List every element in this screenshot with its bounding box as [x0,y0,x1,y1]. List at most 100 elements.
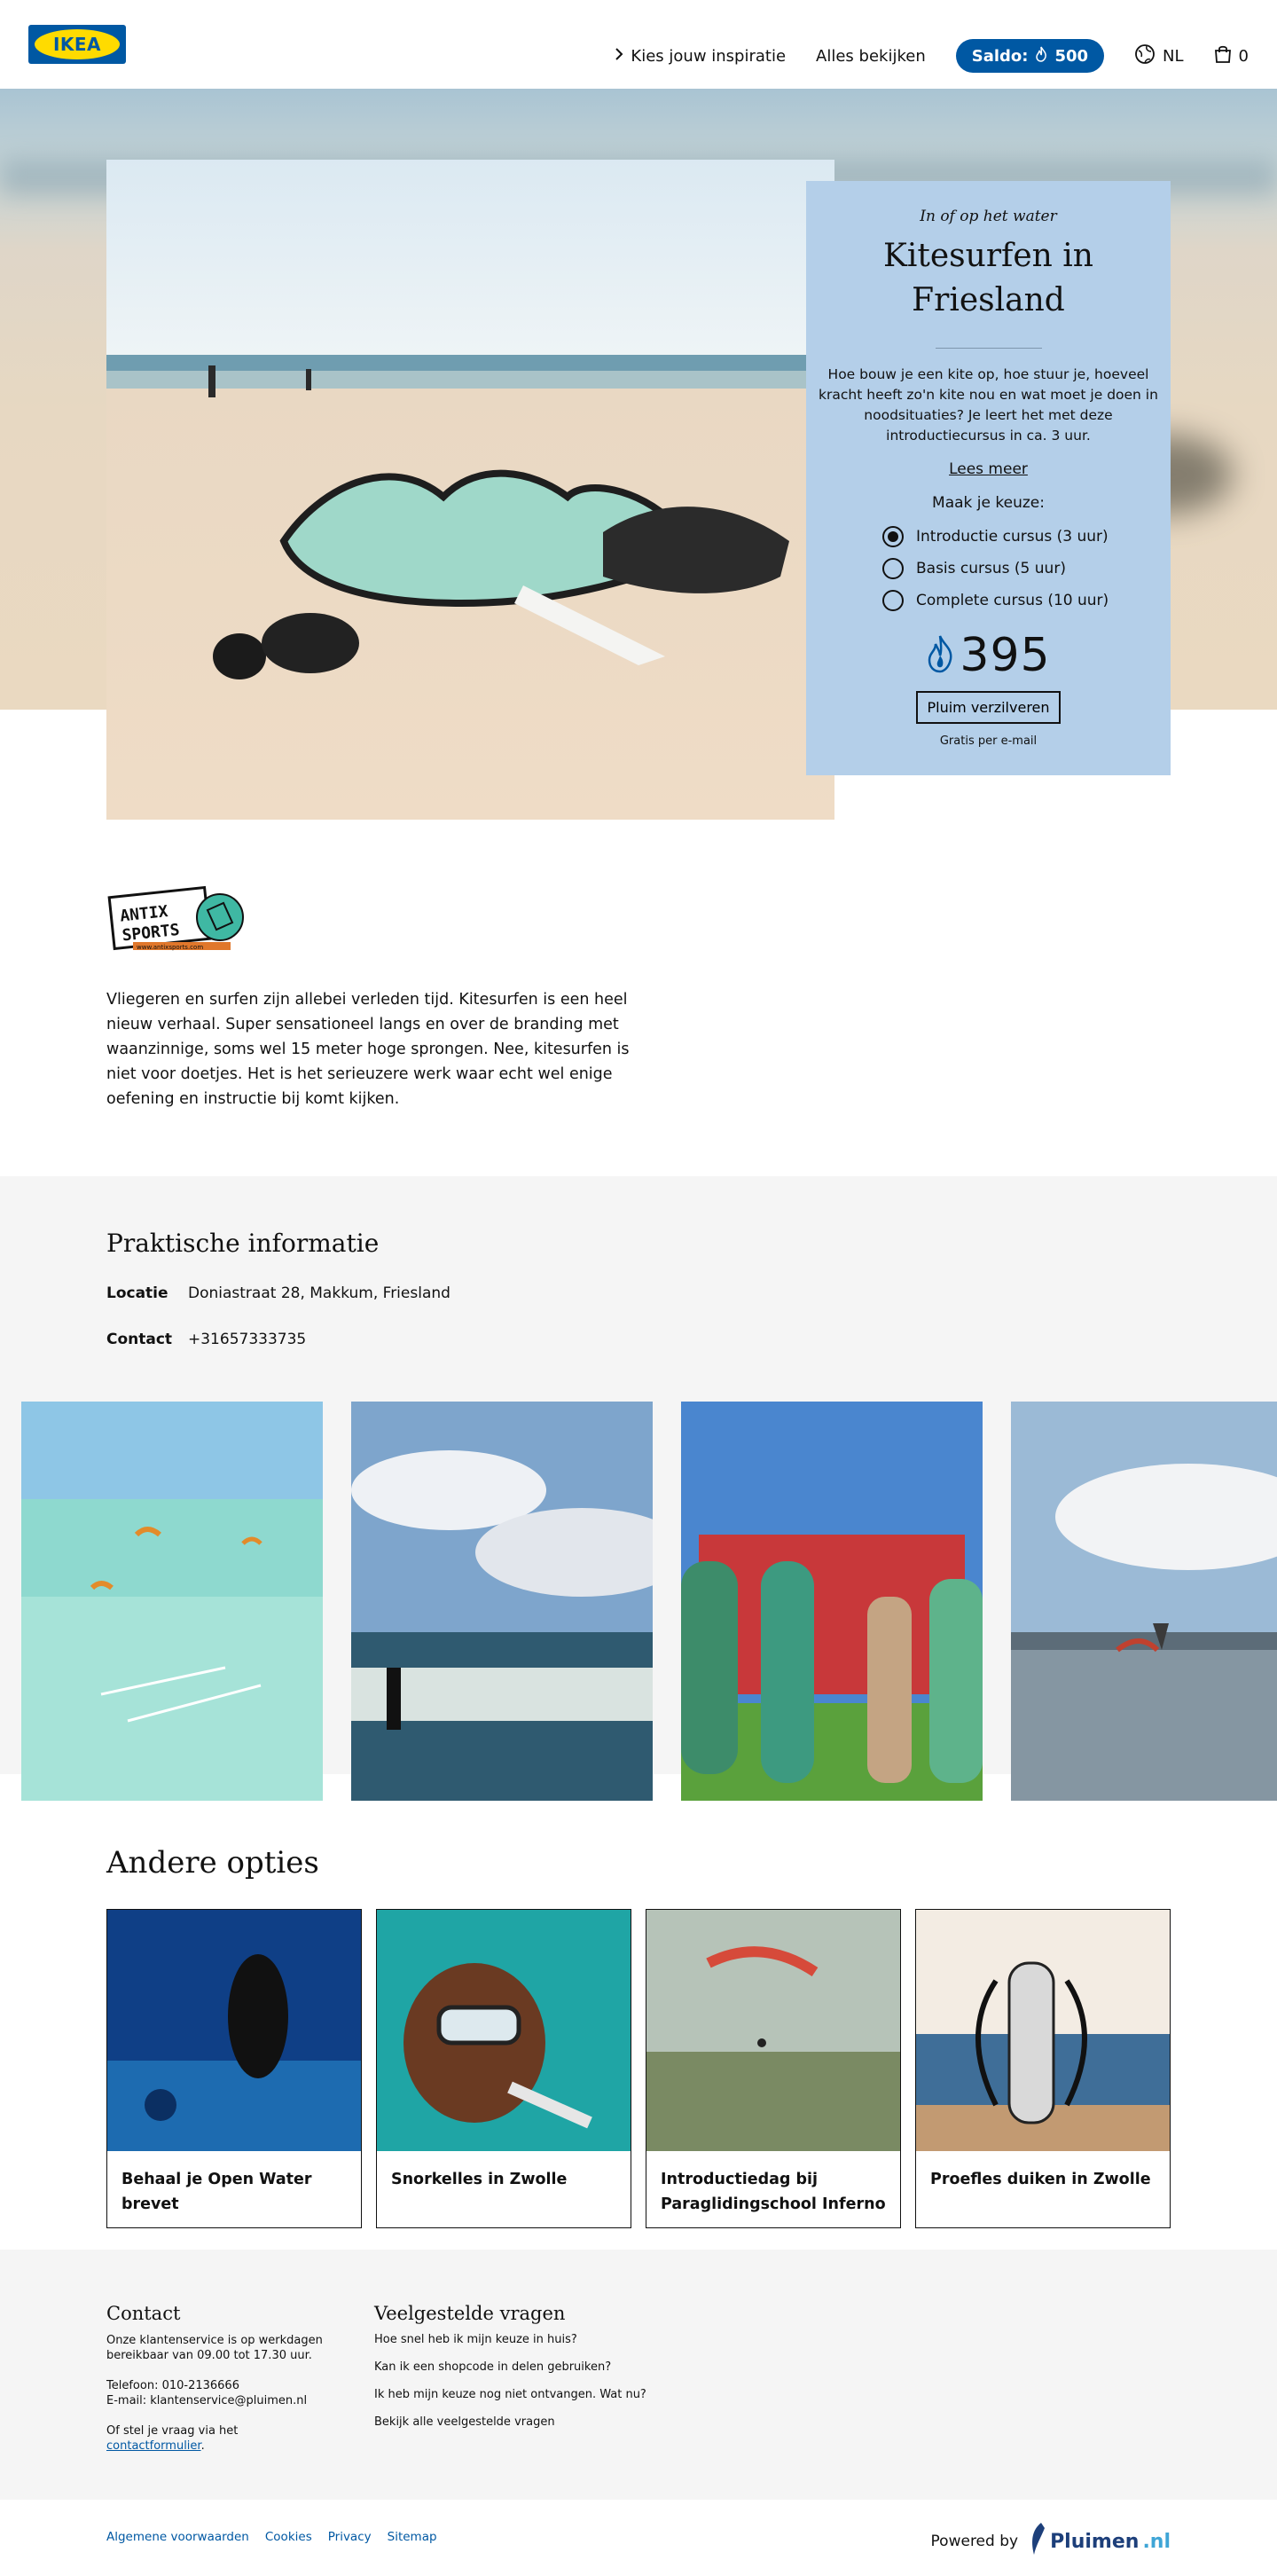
location-label: Locatie [106,1284,168,1302]
feather-icon [1029,2521,1046,2562]
site-header: IKEA Kies jouw inspiratie Alles bekijken… [0,0,1277,89]
card-title: Behaal je Open Water brevet [121,2171,312,2213]
form-prefix: Of stel je vraag via het [106,2424,239,2438]
logo-text: IKEA [52,34,102,55]
footer-faq: Veelgestelde vragen Hoe snel heb ik mijn… [374,2303,658,2443]
legal-links: Algemene voorwaarden Cookies Privacy Sit… [106,2530,437,2544]
logo-oval: IKEA [35,29,120,59]
contact-row: Contact +31657333735 [106,1331,306,1348]
sitemap-link[interactable]: Sitemap [388,2530,437,2544]
cart-button[interactable]: 0 [1214,44,1249,68]
powered-by-label: Powered by [930,2533,1019,2550]
option-label: Complete cursus (10 uur) [916,592,1109,609]
brand-name: Pluimen [1050,2530,1140,2553]
product-description: Hoe bouw je een kite op, hoe stuur je, h… [819,366,1158,444]
powered-by: Powered by Pluimen .nl [931,2521,1171,2562]
radio-selected[interactable] [882,526,904,547]
card-image-scuba-tank [916,1910,1170,2151]
card-image-diver [107,1910,361,2151]
location-value: Doniastraat 28, Makkum, Friesland [188,1284,450,1302]
choose-label: Maak je keuze: [932,494,1045,512]
terms-link[interactable]: Algemene voorwaarden [106,2530,249,2544]
faq-link[interactable]: Kan ik een shopcode in delen gebruiken? [374,2360,658,2374]
option-introductie[interactable]: Introductie cursus (3 uur) [882,521,1171,553]
footer-form-line: Of stel je vraag via het contactformulie… [106,2423,337,2454]
footer-faq-title: Veelgestelde vragen [374,2303,566,2324]
footer-email: E-mail: klantenservice@pluimen.nl [106,2394,308,2407]
shopping-bag-icon [1214,44,1232,68]
form-suffix: . [200,2439,205,2453]
footer: Contact Onze klantenservice is op werkda… [0,2250,1277,2500]
hero-photo-kite-on-beach [106,160,834,820]
gallery-photo-sea-with-sailboat[interactable] [1011,1402,1277,1801]
other-options-list: Behaal je Open Water brevet Snorkelles i… [106,1909,1171,2228]
footer-contact: Contact Onze klantenservice is op werkda… [106,2303,337,2454]
card-title: Proefles duiken in Zwolle [930,2171,1151,2188]
product-kicker: In of op het water [920,208,1057,225]
partner-logo-antix-sports: ANTIX SPORTS www.antixsports.com [106,884,248,956]
location-row: Locatie Doniastraat 28, Makkum, Frieslan… [106,1284,450,1302]
gallery-photo-kitesurfer-waves[interactable] [351,1402,653,1801]
nav-all[interactable]: Alles bekijken [816,47,926,66]
nav-inspiration[interactable]: Kies jouw inspiratie [615,47,786,66]
option-card-open-water[interactable]: Behaal je Open Water brevet [106,1909,362,2228]
saldo-value: 500 [1054,46,1089,66]
price: 395 [806,629,1171,682]
flame-icon [1035,46,1047,67]
option-card-snorkelles[interactable]: Snorkelles in Zwolle [376,1909,631,2228]
product-title: Kitesurfen in Friesland [882,238,1093,318]
saldo-label: Saldo: [971,46,1029,66]
contact-value[interactable]: +31657333735 [188,1331,306,1348]
gallery-photo-kites-turquoise-water[interactable] [21,1402,323,1801]
option-card-paragliding[interactable]: Introductiedag bij Paraglidingschool Inf… [646,1909,901,2228]
faq-all-link[interactable]: Bekijk alle veelgestelde vragen [374,2415,658,2429]
nav-inspiration-label: Kies jouw inspiratie [631,46,787,66]
pluimen-logo[interactable]: Pluimen .nl [1029,2521,1171,2562]
brand-suffix: .nl [1142,2530,1171,2553]
globe-icon [1134,43,1156,69]
divider [935,348,1042,349]
other-options-title: Andere opties [106,1845,319,1881]
ikea-logo[interactable]: IKEA [28,25,126,64]
redeem-button[interactable]: Pluim verzilveren [916,691,1061,724]
card-image-snorkeler [377,1910,631,2151]
saldo-badge[interactable]: Saldo: 500 [955,39,1105,73]
contact-label: Contact [106,1331,173,1348]
option-card-proefles-duiken[interactable]: Proefles duiken in Zwolle [915,1909,1171,2228]
logo-url: www.antixsports.com [137,944,203,951]
gallery-photo-group-with-boards[interactable] [681,1402,983,1801]
main-nav: Kies jouw inspiratie Alles bekijken Sald… [615,39,1249,73]
flame-icon [926,634,954,677]
card-image-paraglider [646,1910,900,2151]
chevron-right-icon [615,47,623,65]
cart-count: 0 [1238,46,1249,66]
card-title: Snorkelles in Zwolle [391,2171,568,2188]
nav-all-label: Alles bekijken [816,46,926,66]
radio-unselected[interactable] [882,590,904,611]
option-complete[interactable]: Complete cursus (10 uur) [882,585,1171,617]
option-basis[interactable]: Basis cursus (5 uur) [882,553,1171,585]
privacy-link[interactable]: Privacy [328,2530,372,2544]
footer-contact-title: Contact [106,2303,181,2324]
product-card: In of op het water Kitesurfen in Friesla… [806,181,1171,775]
option-radio-group: Introductie cursus (3 uur) Basis cursus … [806,521,1171,617]
language-label: NL [1163,46,1184,66]
delivery-note: Gratis per e-mail [939,734,1038,748]
photo-gallery [21,1402,1277,1801]
card-title: Introductiedag bij Paraglidingschool Inf… [661,2171,886,2213]
faq-link[interactable]: Ik heb mijn keuze nog niet ontvangen. Wa… [374,2388,658,2401]
price-value: 395 [960,629,1051,682]
practical-info-title: Praktische informatie [106,1229,380,1258]
cookies-link[interactable]: Cookies [265,2530,312,2544]
faq-link[interactable]: Hoe snel heb ik mijn keuze in huis? [374,2333,658,2346]
contact-form-link[interactable]: contactformulier [106,2439,201,2453]
footer-contact-hours: Onze klantenservice is op werkdagen bere… [106,2334,323,2362]
intro-text: Vliegeren en surfen zijn allebei verlede… [106,991,630,1108]
read-more-link[interactable]: Lees meer [949,460,1028,478]
option-label: Basis cursus (5 uur) [916,560,1066,577]
language-switch[interactable]: NL [1134,43,1184,69]
footer-phone: Telefoon: 010-2136666 [106,2379,239,2392]
radio-unselected[interactable] [882,558,904,579]
option-label: Introductie cursus (3 uur) [916,528,1109,546]
bottom-bar: Algemene voorwaarden Cookies Privacy Sit… [0,2500,1277,2576]
